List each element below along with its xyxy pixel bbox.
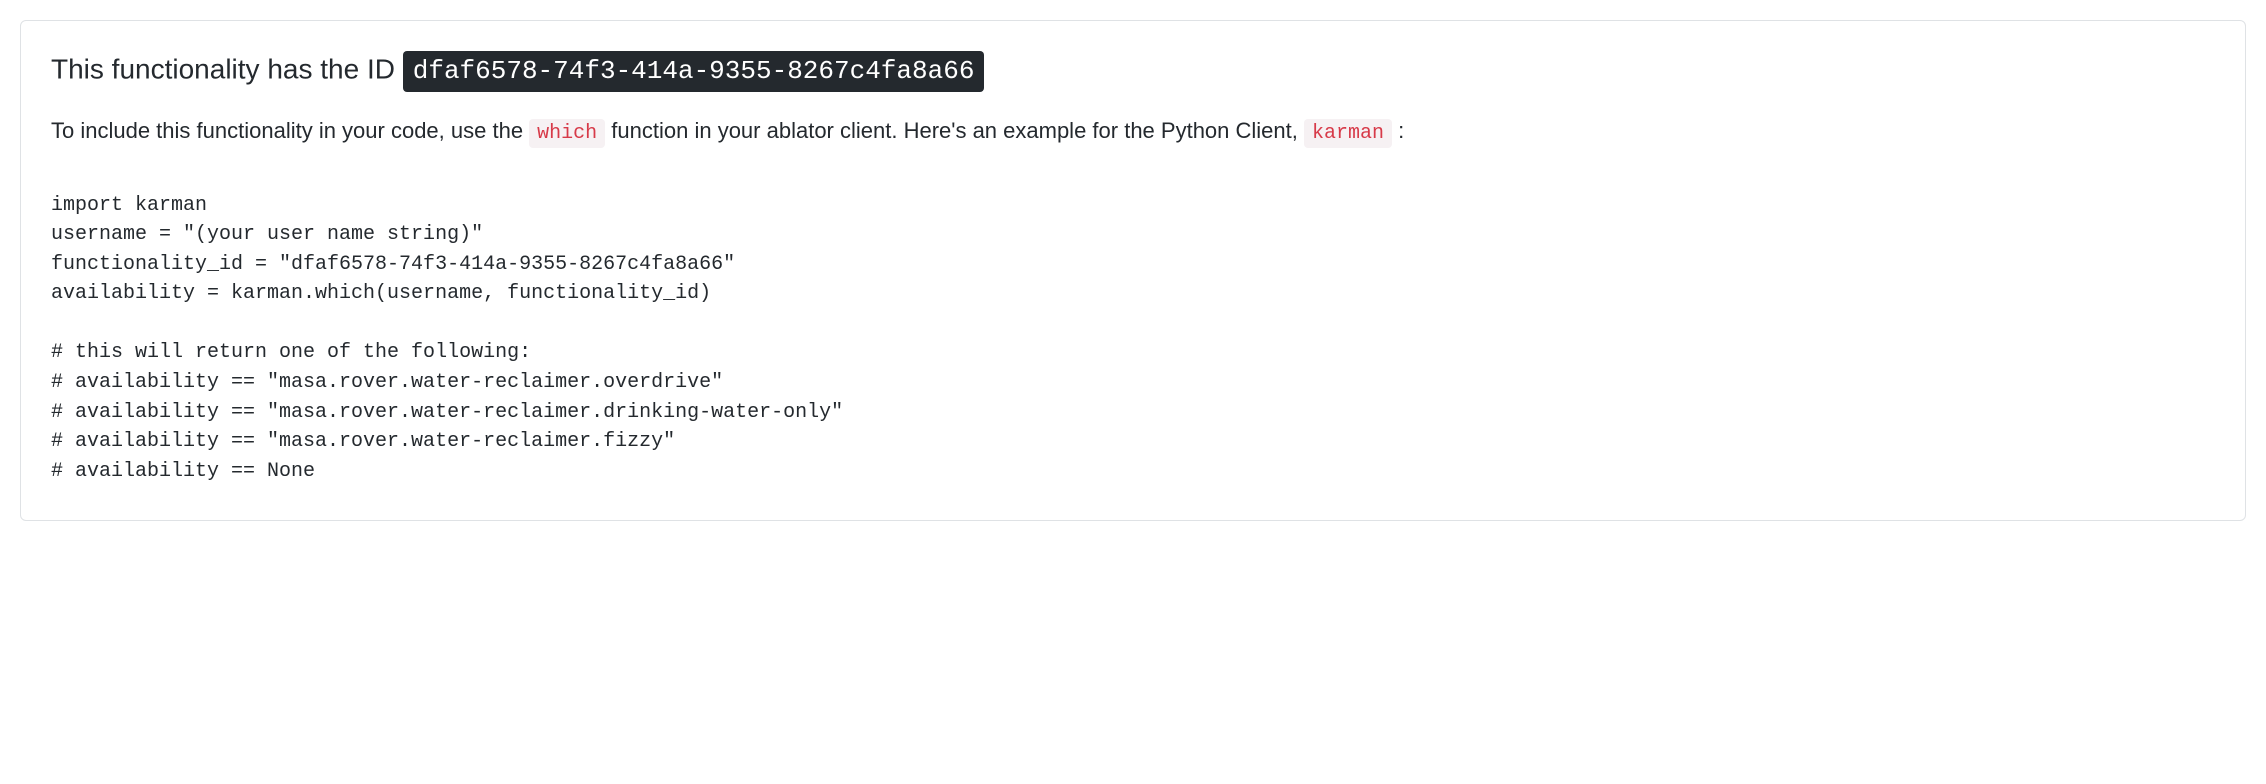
info-panel: This functionality has the ID dfaf6578-7… — [20, 20, 2246, 521]
desc-part1: To include this functionality in your co… — [51, 118, 529, 143]
desc-part3: : — [1392, 118, 1404, 143]
desc-part2: function in your ablator client. Here's … — [605, 118, 1304, 143]
karman-code: karman — [1304, 119, 1392, 148]
functionality-id-badge: dfaf6578-74f3-414a-9355-8267c4fa8a66 — [403, 51, 985, 92]
heading-prefix: This functionality has the ID — [51, 54, 403, 85]
panel-heading: This functionality has the ID dfaf6578-7… — [51, 51, 2215, 92]
which-code: which — [529, 119, 605, 148]
code-example: import karman username = "(your user nam… — [51, 191, 2215, 487]
usage-description: To include this functionality in your co… — [51, 114, 2215, 149]
